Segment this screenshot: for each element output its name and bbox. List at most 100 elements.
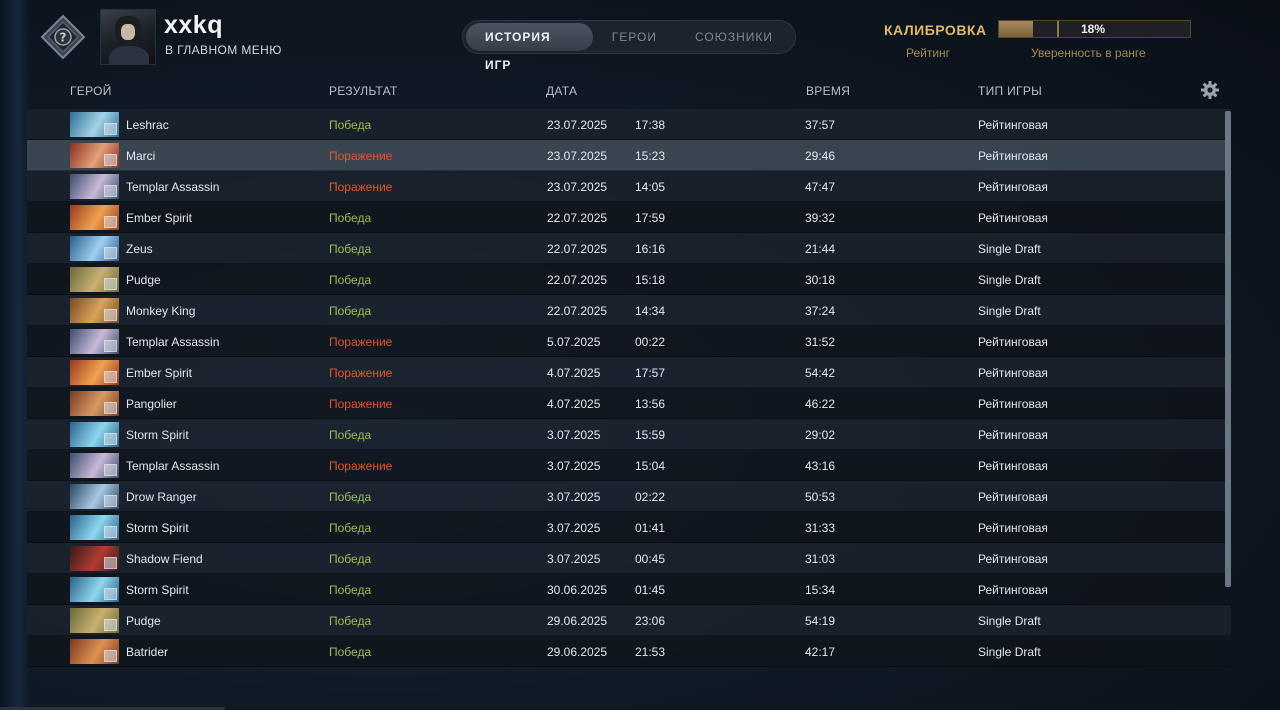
match-result: Победа [329, 211, 372, 225]
match-duration: 46:22 [805, 397, 836, 411]
match-date: 5.07.2025 [547, 335, 601, 349]
column-header-game-type[interactable]: ТИП ИГРЫ [978, 84, 1042, 98]
table-row[interactable]: Pangolier Поражение 4.07.2025 13:56 46:22 Рей… [27, 388, 1231, 419]
match-result: Поражение [329, 459, 393, 473]
calibration-divider [1057, 21, 1059, 37]
match-date: 4.07.2025 [547, 366, 601, 380]
table-row[interactable]: Batrider Победа 29.06.2025 21:53 42:17 Single… [27, 636, 1231, 667]
avatar-body [109, 46, 149, 64]
game-type: Рейтинговая [978, 459, 1048, 473]
match-date: 22.07.2025 [547, 273, 608, 287]
match-duration: 37:24 [805, 304, 836, 318]
uncalibrated-rank-medal-icon[interactable]: ? [40, 14, 86, 60]
hero-name: Pudge [126, 614, 161, 628]
table-row[interactable]: Storm Spirit Победа 3.07.2025 01:41 31:33 Рей… [27, 512, 1231, 543]
table-row[interactable]: Pudge Победа 29.06.2025 23:06 54:19 Single Dr… [27, 605, 1231, 636]
match-date: 3.07.2025 [547, 521, 601, 535]
hero-attribute-badge-icon [104, 557, 117, 569]
match-date: 29.06.2025 [547, 645, 608, 659]
scrollbar[interactable] [1225, 111, 1231, 587]
column-header-hero[interactable]: ГЕРОЙ [70, 84, 112, 98]
background-glow [0, 0, 30, 710]
match-result: Поражение [329, 335, 393, 349]
hero-name: Ember Spirit [126, 366, 193, 380]
game-type: Single Draft [978, 242, 1041, 256]
match-result: Поражение [329, 366, 393, 380]
tab-allies[interactable]: СОЮЗНИКИ [676, 23, 792, 51]
game-type: Рейтинговая [978, 180, 1048, 194]
hero-name: Storm Spirit [126, 583, 189, 597]
match-start-time: 17:59 [635, 211, 666, 225]
calibration-title: КАЛИБРОВКА [884, 22, 987, 38]
column-header-duration[interactable]: ВРЕМЯ [806, 84, 850, 98]
hero-attribute-badge-icon [104, 216, 117, 228]
match-start-time: 02:22 [635, 490, 666, 504]
match-date: 23.07.2025 [547, 149, 608, 163]
match-start-time: 15:59 [635, 428, 666, 442]
gear-icon[interactable] [1200, 80, 1220, 100]
hero-attribute-badge-icon [104, 123, 117, 135]
table-row[interactable]: Storm Spirit Победа 30.06.2025 01:45 15:34 Ре… [27, 574, 1231, 605]
table-row[interactable]: Templar Assassin Поражение 3.07.2025 15:04 4… [27, 450, 1231, 481]
table-row[interactable]: Shadow Fiend Победа 3.07.2025 00:45 31:03 Рей… [27, 543, 1231, 574]
hero-portrait [70, 360, 119, 385]
game-type: Рейтинговая [978, 149, 1048, 163]
match-start-time: 15:23 [635, 149, 666, 163]
hero-portrait [70, 174, 119, 199]
match-start-time: 15:04 [635, 459, 666, 473]
game-type: Single Draft [978, 645, 1041, 659]
table-row[interactable]: Marci Поражение 23.07.2025 15:23 29:46 Рейтин… [27, 140, 1231, 171]
hero-portrait [70, 205, 119, 230]
game-type: Рейтинговая [978, 335, 1048, 349]
match-result: Победа [329, 583, 372, 597]
rating-label: Рейтинг [906, 46, 951, 60]
hero-portrait [70, 608, 119, 633]
hero-portrait [70, 112, 119, 137]
game-type: Рейтинговая [978, 583, 1048, 597]
table-row[interactable]: Templar Assassin Поражение 23.07.2025 14:05… [27, 171, 1231, 202]
column-header-date[interactable]: ДАТА [546, 84, 577, 98]
hero-portrait [70, 484, 119, 509]
hero-portrait [70, 639, 119, 664]
hero-name: Zeus [126, 242, 153, 256]
table-row[interactable]: Templar Assassin Поражение 5.07.2025 00:22 3… [27, 326, 1231, 357]
match-duration: 54:19 [805, 614, 836, 628]
table-row[interactable]: Leshrac Победа 23.07.2025 17:38 37:57 Рейтинг… [27, 109, 1231, 140]
calibration-progress-bar: 18% [998, 20, 1191, 38]
profile-tabs: ИСТОРИЯ ИГР ГЕРОИ СОЮЗНИКИ [462, 20, 796, 72]
column-header-result[interactable]: РЕЗУЛЬТАТ [329, 84, 398, 98]
hero-name: Storm Spirit [126, 521, 189, 535]
table-row[interactable]: Ember Spirit Победа 22.07.2025 17:59 39:32 Ре… [27, 202, 1231, 233]
rank-confidence-label: Уверенность в ранге [1031, 46, 1146, 60]
tab-match-history[interactable]: ИСТОРИЯ ИГР [466, 23, 593, 72]
match-date: 22.07.2025 [547, 304, 608, 318]
match-date: 29.06.2025 [547, 614, 608, 628]
match-result: Победа [329, 428, 372, 442]
hero-name: Templar Assassin [126, 459, 220, 473]
game-type: Single Draft [978, 614, 1041, 628]
match-duration: 31:52 [805, 335, 836, 349]
hero-name: Templar Assassin [126, 180, 220, 194]
hero-attribute-badge-icon [104, 588, 117, 600]
match-start-time: 01:41 [635, 521, 666, 535]
avatar[interactable] [100, 9, 156, 65]
username: xxkq [164, 11, 223, 39]
match-duration: 30:18 [805, 273, 836, 287]
tab-heroes[interactable]: ГЕРОИ [593, 23, 676, 51]
match-date: 3.07.2025 [547, 459, 601, 473]
game-type: Рейтинговая [978, 552, 1048, 566]
table-row[interactable]: Pudge Победа 22.07.2025 15:18 30:18 Single Dr… [27, 264, 1231, 295]
match-start-time: 15:18 [635, 273, 666, 287]
table-row[interactable]: Ember Spirit Поражение 4.07.2025 17:57 54:42… [27, 357, 1231, 388]
table-row[interactable]: Storm Spirit Победа 3.07.2025 15:59 29:02 Рей… [27, 419, 1231, 450]
match-date: 30.06.2025 [547, 583, 608, 597]
table-row[interactable]: Monkey King Победа 22.07.2025 14:34 37:24 Sin… [27, 295, 1231, 326]
table-row[interactable]: Zeus Победа 22.07.2025 16:16 21:44 Single Dra… [27, 233, 1231, 264]
match-duration: 39:32 [805, 211, 836, 225]
table-row[interactable]: Drow Ranger Победа 3.07.2025 02:22 50:53 Рейт… [27, 481, 1231, 512]
hero-portrait [70, 236, 119, 261]
hero-attribute-badge-icon [104, 495, 117, 507]
hero-attribute-badge-icon [104, 619, 117, 631]
hero-portrait [70, 298, 119, 323]
match-duration: 31:03 [805, 552, 836, 566]
